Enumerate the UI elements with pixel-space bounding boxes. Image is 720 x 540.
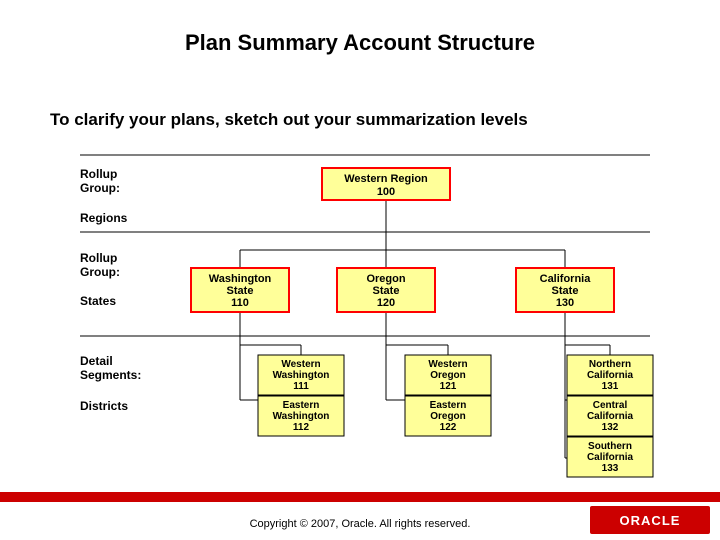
svg-text:Oregon: Oregon (366, 273, 405, 285)
svg-text:Washington: Washington (209, 273, 272, 285)
node-oregon-state: Oregon State 120 (337, 268, 435, 312)
svg-text:120: 120 (377, 297, 395, 309)
level2-label-a: Rollup (80, 251, 117, 265)
svg-text:110: 110 (231, 297, 249, 309)
level3-label-b: Segments: (80, 368, 141, 382)
svg-text:Oregon: Oregon (430, 370, 466, 381)
level3-label-a: Detail (80, 354, 113, 368)
node-western-region: Western Region 100 (322, 168, 450, 200)
svg-text:Washington: Washington (273, 411, 330, 422)
svg-text:Southern: Southern (588, 441, 632, 452)
svg-text:121: 121 (440, 381, 457, 392)
level1-label-b: Group: (80, 181, 120, 195)
node-western-washington: Western Washington 111 (258, 355, 344, 395)
svg-text:130: 130 (556, 297, 574, 309)
svg-text:Oregon: Oregon (430, 411, 466, 422)
svg-text:Western: Western (281, 359, 320, 370)
svg-text:Western Region: Western Region (344, 173, 428, 185)
svg-text:112: 112 (293, 422, 310, 433)
svg-text:California: California (587, 452, 634, 463)
svg-text:California: California (587, 411, 634, 422)
svg-text:State: State (552, 285, 579, 297)
svg-text:132: 132 (602, 422, 619, 433)
svg-text:Eastern: Eastern (283, 400, 320, 411)
svg-text:133: 133 (602, 463, 619, 474)
node-central-california: Central California 132 (567, 396, 653, 436)
node-eastern-washington: Eastern Washington 112 (258, 396, 344, 436)
node-southern-california: Southern California 133 (567, 437, 653, 477)
node-western-oregon: Western Oregon 121 (405, 355, 491, 395)
svg-text:100: 100 (377, 186, 395, 198)
svg-text:Eastern: Eastern (430, 400, 467, 411)
node-eastern-oregon: Eastern Oregon 122 (405, 396, 491, 436)
page-title: Plan Summary Account Structure (185, 30, 535, 55)
svg-text:California: California (587, 370, 634, 381)
footer-bar (0, 492, 720, 502)
svg-text:State: State (227, 285, 254, 297)
level2-label-c: States (80, 294, 116, 308)
node-northern-california: Northern California 131 (567, 355, 653, 395)
level2-label-b: Group: (80, 265, 120, 279)
node-washington-state: Washington State 110 (191, 268, 289, 312)
svg-text:131: 131 (602, 381, 619, 392)
copyright-text: Copyright © 2007, Oracle. All rights res… (0, 518, 720, 530)
svg-text:Northern: Northern (589, 359, 631, 370)
svg-text:Western: Western (428, 359, 467, 370)
svg-text:State: State (373, 285, 400, 297)
svg-text:111: 111 (293, 381, 309, 392)
svg-text:California: California (540, 273, 592, 285)
level1-label-a: Rollup (80, 167, 117, 181)
svg-text:Central: Central (593, 400, 628, 411)
diagram-canvas: Plan Summary Account Structure To clarif… (0, 0, 720, 540)
level1-label-c: Regions (80, 211, 128, 225)
level3-label-c: Districts (80, 399, 128, 413)
node-california-state: California State 130 (516, 268, 614, 312)
page-subtitle: To clarify your plans, sketch out your s… (50, 110, 528, 129)
svg-text:122: 122 (440, 422, 457, 433)
svg-text:Washington: Washington (273, 370, 330, 381)
